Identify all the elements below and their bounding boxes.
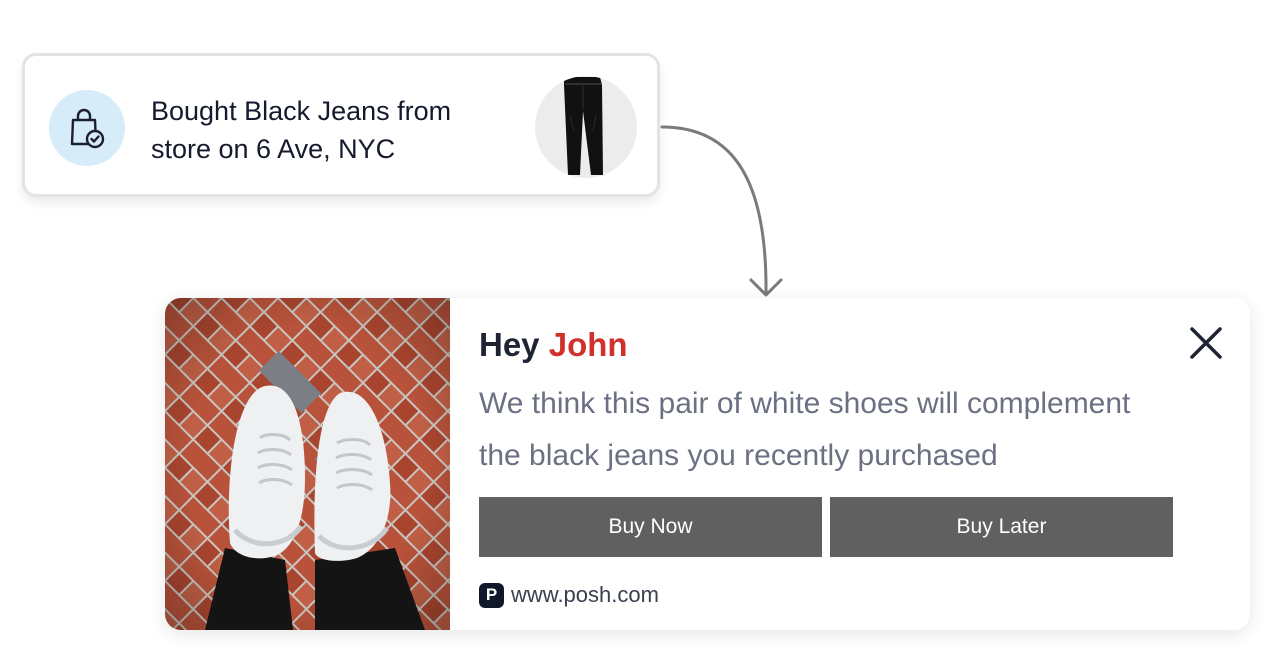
posh-logo-icon: P [479, 582, 504, 608]
greeting-text: Hey [479, 326, 540, 363]
message-line-2: the black jeans you recently purchased [479, 439, 998, 472]
black-jeans-thumbnail [535, 76, 637, 178]
message-line-1: We think this pair of white shoes will c… [479, 387, 1131, 420]
shopping-bag-check-icon [49, 90, 125, 166]
purchase-message: Bought Black Jeans from store on 6 Ave, … [151, 92, 521, 168]
recommendation-card: Hey John We think this pair of white sho… [165, 298, 1250, 630]
close-button[interactable] [1185, 322, 1227, 364]
site-url[interactable]: www.posh.com [511, 582, 659, 608]
site-attribution: P www.posh.com [479, 582, 659, 608]
customer-name: John [548, 326, 628, 363]
purchase-message-line-2: store on 6 Ave, NYC [151, 134, 396, 164]
recommendation-message: We think this pair of white shoes will c… [479, 378, 1219, 482]
purchase-notification-card: Bought Black Jeans from store on 6 Ave, … [22, 53, 660, 197]
buy-now-button[interactable]: Buy Now [479, 497, 822, 557]
white-sneakers-photo [165, 298, 450, 630]
close-icon [1190, 327, 1222, 359]
purchase-message-line-1: Bought Black Jeans from [151, 96, 452, 126]
greeting-heading: Hey John [479, 326, 628, 364]
buy-later-button[interactable]: Buy Later [830, 497, 1173, 557]
